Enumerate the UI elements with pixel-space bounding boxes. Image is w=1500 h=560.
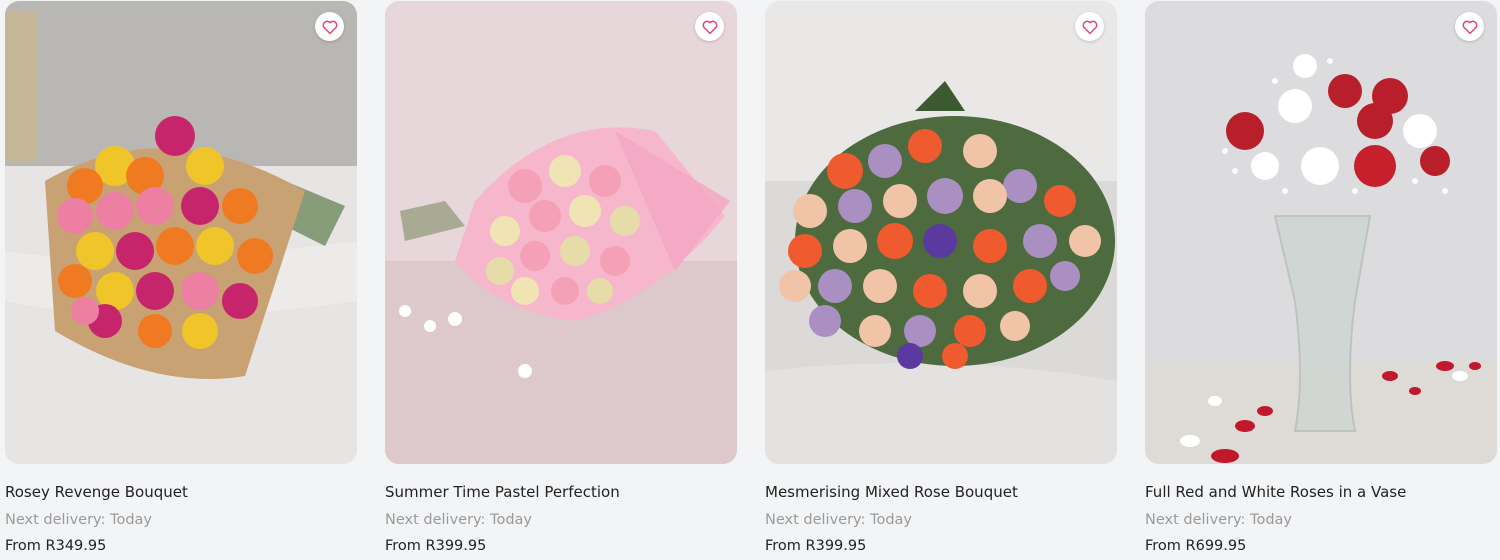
product-name[interactable]: Mesmerising Mixed Rose Bouquet — [765, 483, 1018, 501]
wishlist-button[interactable] — [315, 12, 344, 41]
wishlist-button[interactable] — [1075, 12, 1104, 41]
product-image[interactable] — [1145, 1, 1497, 464]
product-price: From R349.95 — [5, 538, 107, 554]
wishlist-button[interactable] — [695, 12, 724, 41]
product-price: From R399.95 — [385, 538, 487, 554]
product-card[interactable]: Rosey Revenge Bouquet Next delivery: Tod… — [5, 1, 357, 560]
heart-outline-icon — [322, 20, 337, 34]
product-image[interactable] — [5, 1, 357, 464]
product-name[interactable]: Full Red and White Roses in a Vase — [1145, 483, 1406, 501]
product-price: From R699.95 — [1145, 538, 1247, 554]
heart-outline-icon — [1462, 20, 1477, 34]
delivery-info: Next delivery: Today — [765, 512, 912, 528]
product-card[interactable]: Summer Time Pastel Perfection Next deliv… — [385, 1, 737, 560]
product-name[interactable]: Summer Time Pastel Perfection — [385, 483, 620, 501]
product-image[interactable] — [765, 1, 1117, 464]
wishlist-button[interactable] — [1455, 12, 1484, 41]
heart-outline-icon — [1082, 20, 1097, 34]
delivery-info: Next delivery: Today — [5, 512, 152, 528]
product-name[interactable]: Rosey Revenge Bouquet — [5, 483, 188, 501]
delivery-info: Next delivery: Today — [1145, 512, 1292, 528]
delivery-info: Next delivery: Today — [385, 512, 532, 528]
product-card[interactable]: Mesmerising Mixed Rose Bouquet Next deli… — [765, 1, 1117, 560]
heart-outline-icon — [702, 20, 717, 34]
product-card[interactable]: Full Red and White Roses in a Vase Next … — [1145, 1, 1497, 560]
product-image[interactable] — [385, 1, 737, 464]
product-price: From R399.95 — [765, 538, 867, 554]
product-grid: Rosey Revenge Bouquet Next delivery: Tod… — [5, 1, 1497, 560]
